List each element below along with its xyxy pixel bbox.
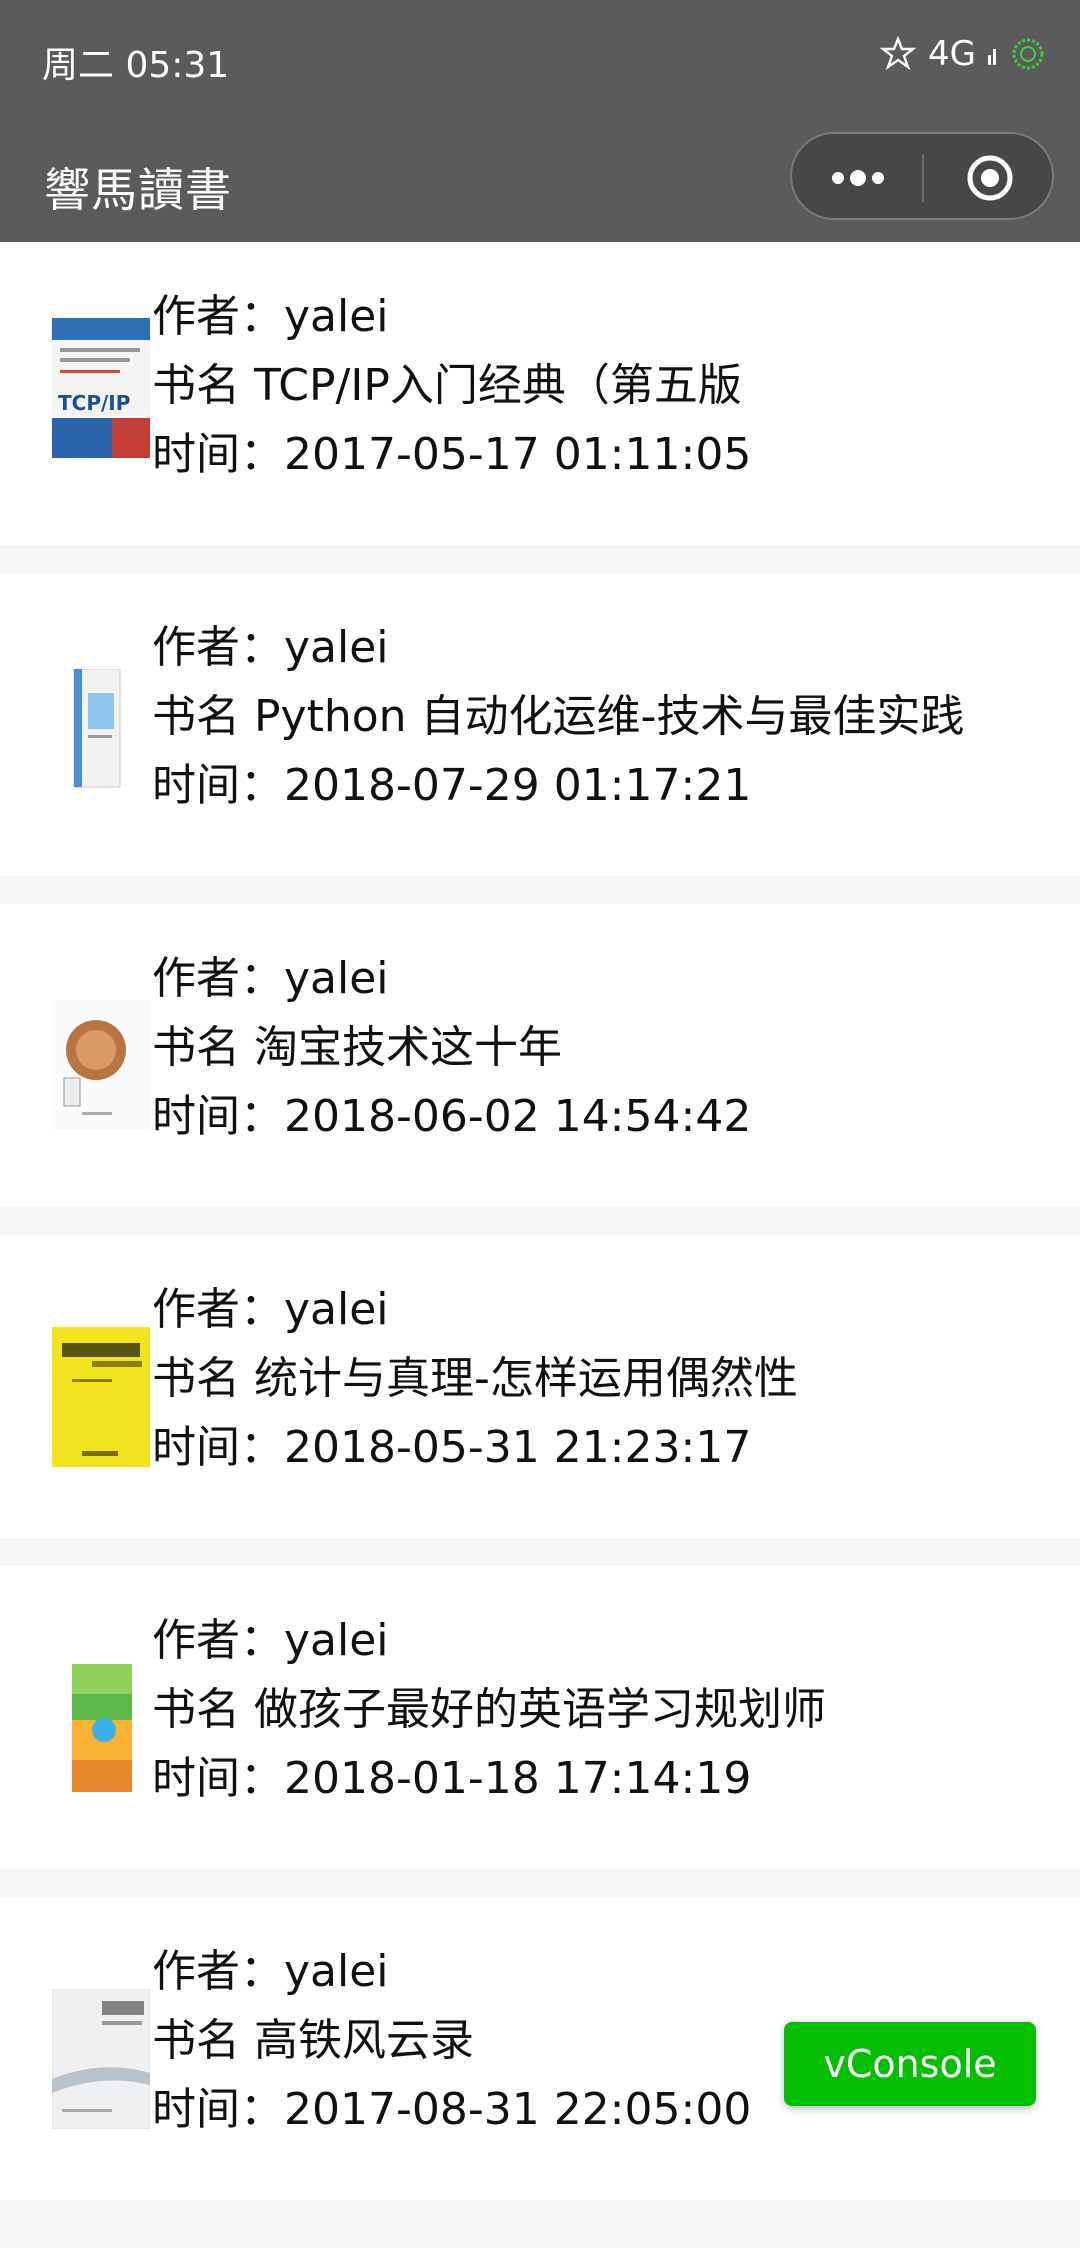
book-card[interactable]: 作者：yalei 书名 Python 自动化运维-技术与最佳实践 时间：2018… (0, 573, 1080, 876)
time-label: 时间： (152, 760, 284, 811)
author-label: 作者： (152, 291, 284, 342)
book-list: TCP/IP 作者：yalei 书名 TCP/IP入门经典（第五版 时间：201… (0, 242, 1080, 2228)
title-label: 书名 (152, 1684, 254, 1735)
author-line: 作者：yalei (152, 944, 751, 1013)
status-icons: 4G (880, 34, 1046, 74)
author-label: 作者： (152, 1946, 284, 1997)
time-label: 时间： (152, 1422, 284, 1473)
cover-taobao (52, 1000, 150, 1130)
author-value: yalei (284, 1615, 389, 1666)
book-info: 作者：yalei 书名 TCP/IP入门经典（第五版 时间：2017-05-17… (152, 282, 751, 489)
page-title: 響馬讀書 (44, 163, 232, 217)
author-value: yalei (284, 291, 389, 342)
author-line: 作者：yalei (152, 1937, 751, 2006)
author-value: yalei (284, 1284, 389, 1335)
book-card[interactable]: 作者：yalei 书名 统计与真理-怎样运用偶然性 时间：2018-05-31 … (0, 1235, 1080, 1538)
nav-bar: 響馬讀書 (0, 120, 1080, 242)
status-bar: 周二 05:31 4G (0, 0, 1080, 120)
book-card[interactable]: 作者：yalei 书名 做孩子最好的英语学习规划师 时间：2018-01-18 … (0, 1566, 1080, 1869)
time-value: 2018-07-29 01:17:21 (284, 760, 752, 811)
status-time: 周二 05:31 (42, 45, 230, 86)
time-line: 时间：2017-05-17 01:11:05 (152, 420, 751, 489)
title-value: 做孩子最好的英语学习规划师 (254, 1684, 826, 1735)
cover-railway (52, 1989, 150, 2129)
title-line: 书名 统计与真理-怎样运用偶然性 (152, 1344, 798, 1413)
title-line: 书名 淘宝技术这十年 (152, 1013, 751, 1082)
title-label: 书名 (152, 2015, 254, 2066)
book-card[interactable]: 作者：yalei 书名 淘宝技术这十年 时间：2018-06-02 14:54:… (0, 904, 1080, 1207)
title-value: 淘宝技术这十年 (254, 1022, 562, 1073)
title-line: 书名 Python 自动化运维-技术与最佳实践 (152, 682, 964, 751)
title-label: 书名 (152, 360, 254, 411)
book-info: 作者：yalei 书名 做孩子最好的英语学习规划师 时间：2018-01-18 … (152, 1606, 826, 1813)
author-line: 作者：yalei (152, 1606, 826, 1675)
book-card[interactable]: TCP/IP 作者：yalei 书名 TCP/IP入门经典（第五版 时间：201… (0, 242, 1080, 545)
author-line: 作者：yalei (152, 1275, 798, 1344)
title-value: 高铁风云录 (254, 2015, 474, 2066)
title-line: 书名 高铁风云录 (152, 2006, 751, 2075)
time-label: 时间： (152, 2084, 284, 2135)
time-label: 时间： (152, 1753, 284, 1804)
signal-icon (988, 49, 996, 65)
time-value: 2018-01-18 17:14:19 (284, 1753, 752, 1804)
title-value: TCP/IP入门经典（第五版 (254, 360, 742, 411)
target-circle-icon[interactable] (966, 154, 1014, 202)
book-info: 作者：yalei 书名 Python 自动化运维-技术与最佳实践 时间：2018… (152, 613, 964, 820)
capsule-divider (922, 154, 924, 202)
svg-text:TCP/IP: TCP/IP (58, 391, 130, 415)
battery-circle-icon (1012, 38, 1044, 70)
author-line: 作者：yalei (152, 613, 964, 682)
vconsole-button[interactable]: vConsole (784, 2022, 1036, 2106)
cover-english (52, 1660, 150, 1796)
title-label: 书名 (152, 1022, 254, 1073)
time-value: 2018-05-31 21:23:17 (284, 1422, 752, 1473)
network-type: 4G (928, 34, 976, 74)
author-value: yalei (284, 622, 389, 673)
cover-tcpip: TCP/IP (52, 318, 150, 458)
time-line: 时间：2018-05-31 21:23:17 (152, 1413, 798, 1482)
book-info: 作者：yalei 书名 统计与真理-怎样运用偶然性 时间：2018-05-31 … (152, 1275, 798, 1482)
author-label: 作者： (152, 622, 284, 673)
author-value: yalei (284, 1946, 389, 1997)
author-value: yalei (284, 953, 389, 1004)
title-label: 书名 (152, 1353, 254, 1404)
time-value: 2017-08-31 22:05:00 (284, 2084, 752, 2135)
time-value: 2017-05-17 01:11:05 (284, 429, 752, 480)
title-line: 书名 做孩子最好的英语学习规划师 (152, 1675, 826, 1744)
cover-python (52, 669, 150, 789)
title-value: 统计与真理-怎样运用偶然性 (254, 1353, 798, 1404)
title-value: Python 自动化运维-技术与最佳实践 (254, 691, 965, 742)
cover-statistics (52, 1327, 150, 1467)
title-label: 书名 (152, 691, 254, 742)
time-value: 2018-06-02 14:54:42 (284, 1091, 752, 1142)
author-label: 作者： (152, 1284, 284, 1335)
time-line: 时间：2018-06-02 14:54:42 (152, 1082, 751, 1151)
more-dots-icon[interactable] (830, 158, 886, 198)
book-info: 作者：yalei 书名 高铁风云录 时间：2017-08-31 22:05:00 (152, 1937, 751, 2144)
mini-program-capsule (790, 132, 1054, 220)
time-line: 时间：2017-08-31 22:05:00 (152, 2075, 751, 2144)
time-label: 时间： (152, 1091, 284, 1142)
author-line: 作者：yalei (152, 282, 751, 351)
title-line: 书名 TCP/IP入门经典（第五版 (152, 351, 751, 420)
settings-flower-icon (880, 36, 917, 71)
time-line: 时间：2018-01-18 17:14:19 (152, 1744, 826, 1813)
time-line: 时间：2018-07-29 01:17:21 (152, 751, 964, 820)
book-info: 作者：yalei 书名 淘宝技术这十年 时间：2018-06-02 14:54:… (152, 944, 751, 1151)
author-label: 作者： (152, 1615, 284, 1666)
time-label: 时间： (152, 429, 284, 480)
author-label: 作者： (152, 953, 284, 1004)
